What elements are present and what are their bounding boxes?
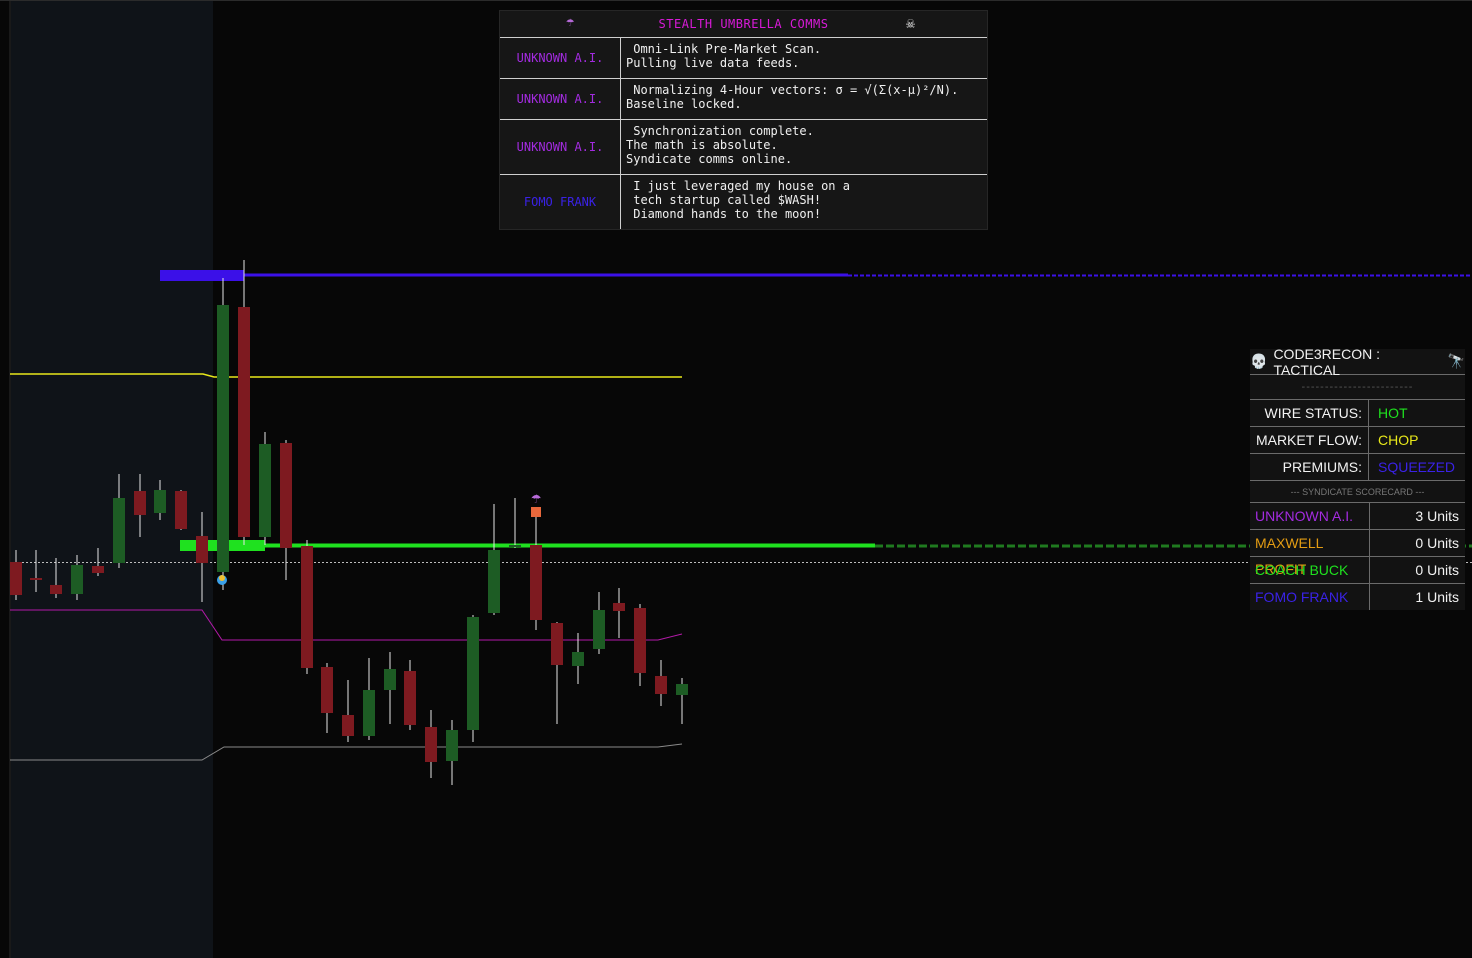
status-row: MARKET FLOW: CHOP bbox=[1250, 427, 1465, 454]
scorecard-row: UNKNOWN A.I. 3 Units bbox=[1250, 503, 1465, 530]
comms-sender: FOMO FRANK bbox=[500, 175, 621, 229]
status-label: PREMIUMS: bbox=[1250, 454, 1369, 480]
comms-row: UNKNOWN A.I. Synchronization complete. T… bbox=[500, 120, 987, 175]
comms-header: ☂ STEALTH UMBRELLA COMMS ☠ bbox=[500, 11, 987, 38]
scorecard-title: --- SYNDICATE SCORECARD --- bbox=[1250, 481, 1465, 503]
tactical-title: CODE3RECON : TACTICAL bbox=[1273, 345, 1381, 378]
scorecard-units: 1 Units bbox=[1415, 589, 1459, 605]
comms-row: UNKNOWN A.I. Normalizing 4-Hour vectors:… bbox=[500, 79, 987, 120]
scorecard-row: COACH BUCK 0 Units bbox=[1250, 557, 1465, 584]
comms-message: I just leveraged my house on a tech star… bbox=[633, 179, 850, 221]
candle-body bbox=[488, 550, 500, 613]
candle-body bbox=[572, 652, 584, 666]
scorecard-units: 0 Units bbox=[1415, 535, 1459, 551]
candle-body bbox=[676, 684, 688, 695]
skull-crossbones-icon: ☠ bbox=[906, 14, 916, 32]
comms-sender: UNKNOWN A.I. bbox=[500, 79, 621, 119]
candle-body bbox=[634, 608, 646, 673]
candle-body bbox=[113, 498, 125, 563]
scorecard-units: 3 Units bbox=[1415, 508, 1459, 524]
candle-body bbox=[384, 669, 396, 690]
candle-body bbox=[71, 565, 83, 594]
comms-message: Synchronization complete. The math is ab… bbox=[626, 124, 814, 166]
comms-title: STEALTH UMBRELLA COMMS bbox=[658, 17, 829, 31]
tactical-separator: ------------------------ bbox=[1250, 375, 1465, 400]
candle-body bbox=[154, 490, 166, 513]
candle-body bbox=[530, 545, 542, 620]
scorecard-name: UNKNOWN A.I. bbox=[1250, 503, 1370, 529]
status-row: PREMIUMS: SQUEEZED bbox=[1250, 454, 1465, 481]
candle-body bbox=[593, 610, 605, 649]
status-label: WIRE STATUS: bbox=[1250, 400, 1369, 426]
candle-body bbox=[363, 690, 375, 736]
candle-body bbox=[321, 667, 333, 713]
candle-body bbox=[238, 307, 250, 537]
candle-body bbox=[404, 671, 416, 725]
status-row: WIRE STATUS: HOT bbox=[1250, 400, 1465, 427]
dollar-marker-icon bbox=[531, 507, 541, 517]
status-value: HOT bbox=[1378, 405, 1408, 421]
candle-body bbox=[655, 676, 667, 694]
skull-icon: 💀 bbox=[1250, 353, 1268, 369]
candle-body bbox=[259, 444, 271, 537]
tactical-panel: 💀 CODE3RECON : TACTICAL 🔭 --------------… bbox=[1250, 345, 1465, 610]
scorecard-name: FOMO FRANK bbox=[1250, 584, 1370, 610]
candle-body bbox=[509, 545, 521, 547]
scorecard-row: FOMO FRANK 1 Units bbox=[1250, 584, 1465, 610]
candle-body bbox=[280, 443, 292, 548]
candle-body bbox=[217, 305, 229, 572]
session-highlight bbox=[11, 0, 213, 958]
candle-body bbox=[196, 536, 208, 563]
candle-body bbox=[342, 715, 354, 736]
candle-body bbox=[30, 578, 42, 580]
umbrella-icon: ☂ bbox=[566, 14, 575, 30]
status-label: MARKET FLOW: bbox=[1250, 427, 1369, 453]
comms-message: Omni-Link Pre-Market Scan. Pulling live … bbox=[626, 42, 822, 70]
telescope-icon: 🔭 bbox=[1447, 353, 1465, 369]
candle-body bbox=[425, 727, 437, 762]
comms-message: Normalizing 4-Hour vectors: σ = √(Σ(x-μ)… bbox=[626, 83, 959, 111]
comms-row: UNKNOWN A.I. Omni-Link Pre-Market Scan. … bbox=[500, 38, 987, 79]
candle-body bbox=[92, 566, 104, 573]
scorecard-name: MAXWELL PROFIT bbox=[1250, 530, 1370, 577]
comms-sender: UNKNOWN A.I. bbox=[500, 120, 621, 174]
candle-body bbox=[175, 491, 187, 529]
status-value: CHOP bbox=[1378, 432, 1419, 448]
blue-level-block bbox=[160, 270, 244, 281]
candle-body bbox=[551, 623, 563, 665]
comms-row: FOMO FRANK I just leveraged my house on … bbox=[500, 175, 987, 229]
status-value: SQUEEZED bbox=[1378, 459, 1456, 475]
tactical-header: 💀 CODE3RECON : TACTICAL 🔭 bbox=[1250, 345, 1465, 378]
scorecard-row: MAXWELL PROFIT 0 Units bbox=[1250, 530, 1465, 577]
candle-body bbox=[134, 491, 146, 515]
umbrella-marker-icon: ☂ bbox=[531, 492, 542, 506]
candle-body bbox=[467, 617, 479, 730]
candle-body bbox=[10, 562, 22, 595]
candle-body bbox=[446, 730, 458, 761]
candle-body bbox=[613, 603, 625, 611]
candle-body bbox=[301, 546, 313, 668]
scorecard-units: 0 Units bbox=[1415, 562, 1459, 578]
comms-table: ☂ STEALTH UMBRELLA COMMS ☠ UNKNOWN A.I. … bbox=[499, 10, 988, 230]
comms-sender: UNKNOWN A.I. bbox=[500, 38, 621, 78]
scorecard-name: COACH BUCK bbox=[1250, 557, 1370, 583]
candle-body bbox=[50, 585, 62, 594]
